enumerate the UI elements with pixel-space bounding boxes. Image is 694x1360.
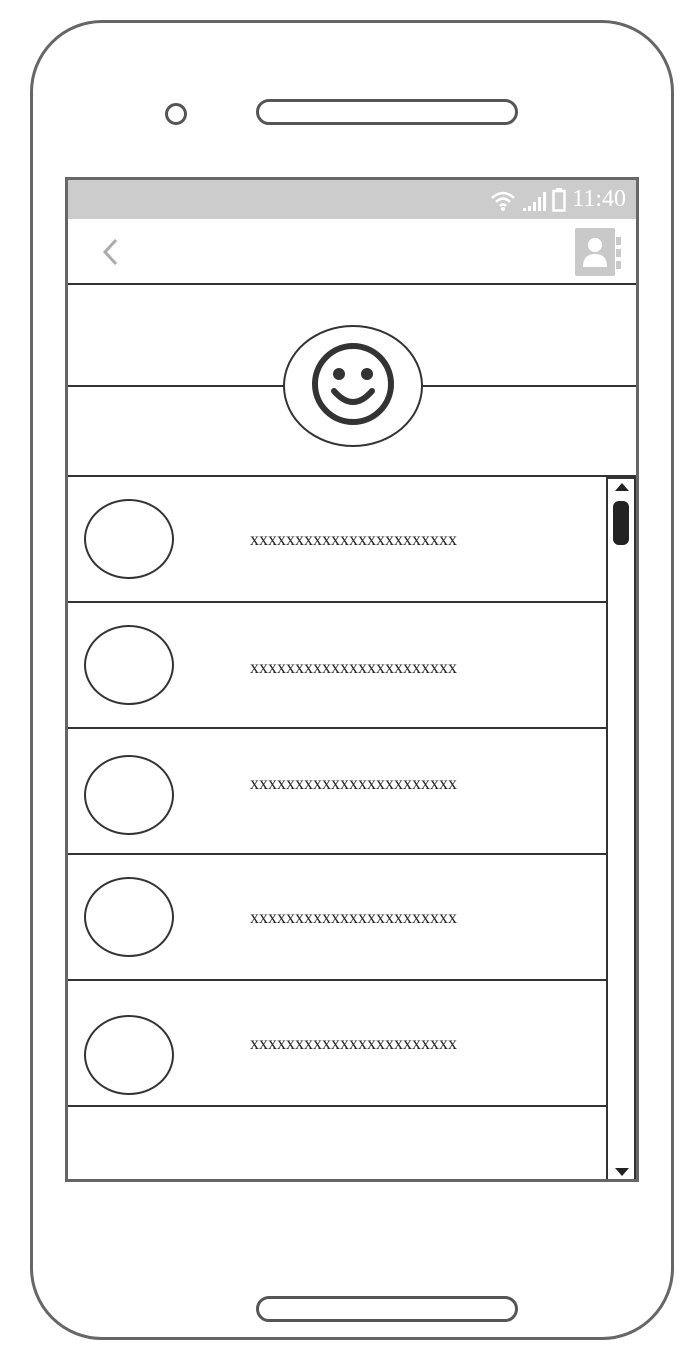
signal-icon xyxy=(522,188,547,212)
chevron-left-icon[interactable] xyxy=(98,237,128,267)
status-bar: 11:40 xyxy=(68,180,636,219)
list-item-text: xxxxxxxxxxxxxxxxxxxxxxx xyxy=(250,1033,457,1053)
scroll-thumb[interactable] xyxy=(613,501,629,545)
list-item-text: xxxxxxxxxxxxxxxxxxxxxxx xyxy=(250,773,457,793)
screen: 11:40 xxxxxxxxxxxxxxxxxxxxxxx xxxxxxxxxx… xyxy=(65,177,639,1182)
speaker-grille xyxy=(256,99,518,125)
list-item-text: xxxxxxxxxxxxxxxxxxxxxxx xyxy=(250,529,457,549)
status-time: 11:40 xyxy=(572,186,626,212)
camera-icon xyxy=(165,103,187,125)
list-item-text: xxxxxxxxxxxxxxxxxxxxxxx xyxy=(250,907,457,927)
avatar xyxy=(84,1015,174,1095)
list-item[interactable]: xxxxxxxxxxxxxxxxxxxxxxx xyxy=(68,855,608,981)
contact-list: xxxxxxxxxxxxxxxxxxxxxxx xxxxxxxxxxxxxxxx… xyxy=(68,477,608,1179)
list-item[interactable]: xxxxxxxxxxxxxxxxxxxxxxx xyxy=(68,981,608,1107)
avatar xyxy=(84,625,174,705)
profile-header xyxy=(68,285,636,477)
smiley-face-icon xyxy=(310,341,396,432)
scroll-down-arrow-icon[interactable] xyxy=(615,1168,629,1176)
battery-icon xyxy=(552,187,566,212)
avatar xyxy=(84,499,174,579)
avatar xyxy=(84,877,174,957)
wifi-icon xyxy=(490,188,516,212)
contact-book-icon[interactable] xyxy=(574,227,622,277)
scroll-up-arrow-icon[interactable] xyxy=(615,483,629,491)
profile-avatar[interactable] xyxy=(283,325,423,447)
list-item-text: xxxxxxxxxxxxxxxxxxxxxxx xyxy=(250,657,457,677)
list-item[interactable]: xxxxxxxxxxxxxxxxxxxxxxx xyxy=(68,729,608,855)
scrollbar[interactable] xyxy=(606,477,636,1179)
list-item[interactable]: xxxxxxxxxxxxxxxxxxxxxxx xyxy=(68,603,608,729)
home-bar xyxy=(256,1296,518,1322)
navigation-bar xyxy=(68,219,636,285)
avatar xyxy=(84,755,174,835)
list-item[interactable]: xxxxxxxxxxxxxxxxxxxxxxx xyxy=(68,477,608,603)
